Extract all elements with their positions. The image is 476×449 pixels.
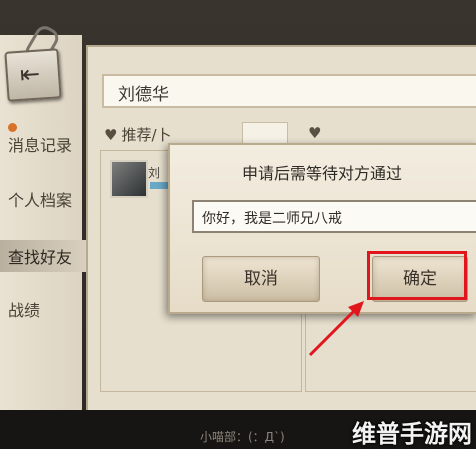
dialog-title: 申请后需等待对方通过 xyxy=(241,164,402,183)
request-message-value: 你好，我是二师兄八戒 xyxy=(202,211,342,227)
watermark: 维普手游网 xyxy=(352,420,472,448)
heart-icon: ♥ xyxy=(308,124,322,142)
back-button[interactable]: ⇤ xyxy=(4,48,62,102)
nav-item-profile[interactable]: 个人档案 xyxy=(8,187,72,211)
search-value: 刘德华 xyxy=(118,85,169,105)
recommend-header: ♥ 推荐/卜 xyxy=(104,124,172,145)
nav-item-records[interactable]: 战绩 xyxy=(8,297,40,321)
exit-door-icon: ⇤ xyxy=(18,59,41,89)
status-badge xyxy=(150,182,170,189)
chat-preview-text: 小喵部：(：Д`) xyxy=(200,430,285,444)
heart-icon: ♥ xyxy=(104,126,118,144)
pointer-arrow-icon xyxy=(308,301,364,357)
request-message-input[interactable]: 你好，我是二师兄八戒 xyxy=(192,200,476,233)
right-list-header: ♥ xyxy=(308,124,321,142)
avatar[interactable] xyxy=(110,160,148,198)
highlight-box xyxy=(367,251,467,300)
search-input[interactable]: 刘德华 xyxy=(102,74,476,108)
recommend-label: 推荐/卜 xyxy=(121,126,172,144)
friend-name: 刘 xyxy=(148,166,161,180)
nav-item-messages[interactable]: 消息记录 xyxy=(8,132,72,156)
game-screen: ⇤ 消息记录 个人档案 查找好友 战绩 刘德华 ♥ 推荐/卜 ♥ 刘 小喵部：(：… xyxy=(0,0,476,449)
notification-dot xyxy=(8,123,17,132)
nav-item-find-friends[interactable]: 查找好友 xyxy=(0,240,86,272)
